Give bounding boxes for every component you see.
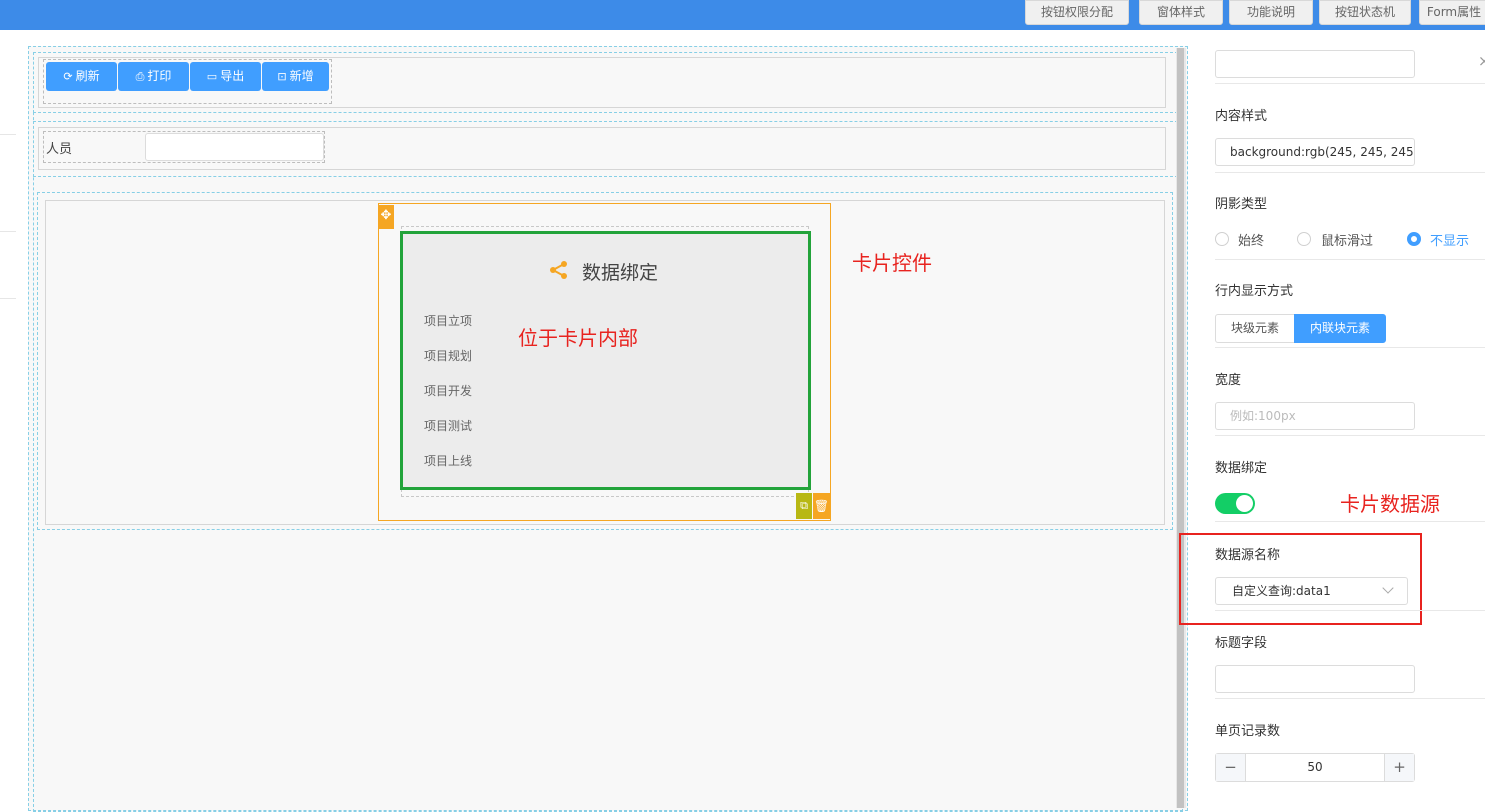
export-button[interactable]: ▭ 导出: [190, 62, 261, 91]
left-divider: [0, 134, 16, 135]
toggle-knob: [1236, 495, 1253, 512]
panel-divider: [1215, 83, 1485, 84]
person-label: 人员: [46, 142, 73, 157]
inline-display-label: 行内显示方式: [1215, 284, 1294, 299]
inline-block-element-option[interactable]: 内联块元素: [1294, 314, 1386, 343]
panel-divider: [1215, 610, 1485, 611]
button-state-machine-button[interactable]: 按钮状态机: [1319, 0, 1411, 25]
refresh-button[interactable]: ⟳ 刷新: [46, 62, 117, 91]
page-size-label: 单页记录数: [1215, 724, 1281, 739]
person-input[interactable]: [145, 133, 324, 161]
shadow-radio-hover[interactable]: [1297, 232, 1311, 246]
property-top-input[interactable]: [1215, 50, 1415, 78]
card-list-item: 项目测试: [424, 419, 473, 433]
add-button[interactable]: ⊡ 新增: [262, 62, 329, 91]
canvas-scrollbar-thumb[interactable]: [1177, 48, 1184, 808]
shadow-radio-none[interactable]: [1407, 232, 1421, 246]
shadow-option-none[interactable]: 不显示: [1430, 230, 1469, 249]
share-icon: [550, 261, 567, 279]
print-label: 打印: [147, 69, 172, 83]
increment-button[interactable]: +: [1384, 754, 1414, 781]
form-properties-button[interactable]: Form属性: [1419, 0, 1485, 25]
annotation-card-datasource: 卡片数据源: [1340, 492, 1440, 516]
export-icon: ▭: [206, 70, 218, 83]
print-button[interactable]: ⎙ 打印: [118, 62, 189, 91]
data-binding-label: 数据绑定: [1215, 461, 1268, 476]
shadow-option-always[interactable]: 始终: [1238, 230, 1264, 249]
card-list-item: 项目上线: [424, 454, 473, 468]
card-list-item: 项目立项: [424, 314, 473, 328]
width-label: 宽度: [1215, 373, 1242, 388]
card-list-item: 项目开发: [424, 384, 473, 398]
content-style-input[interactable]: background:rgb(245, 245, 245): [1215, 138, 1415, 166]
button-permission-button[interactable]: 按钮权限分配: [1025, 0, 1129, 25]
trash-icon[interactable]: 🗑: [813, 493, 830, 519]
page-size-value[interactable]: 50: [1246, 754, 1384, 781]
shadow-type-label: 阴影类型: [1215, 197, 1268, 212]
move-icon[interactable]: ✥: [378, 205, 394, 229]
datasource-select[interactable]: 自定义查询:data1: [1215, 577, 1408, 605]
width-input[interactable]: 例如:100px: [1215, 402, 1415, 430]
add-label: 新增: [289, 69, 314, 83]
block-element-option[interactable]: 块级元素: [1215, 314, 1295, 343]
add-icon: ⊡: [277, 70, 287, 83]
datasource-name-label: 数据源名称: [1215, 548, 1281, 563]
panel-divider: [1215, 435, 1485, 436]
card-list-item: 项目规划: [424, 349, 473, 363]
refresh-icon: ⟳: [63, 70, 73, 83]
panel-divider: [1215, 259, 1485, 260]
export-label: 导出: [220, 69, 245, 83]
panel-divider: [1215, 172, 1485, 173]
panel-divider: [1215, 698, 1485, 699]
title-field-input[interactable]: [1215, 665, 1415, 693]
close-icon[interactable]: ×: [1478, 52, 1485, 70]
title-field-label: 标题字段: [1215, 636, 1268, 651]
content-style-label: 内容样式: [1215, 109, 1268, 124]
refresh-label: 刷新: [75, 69, 100, 83]
left-divider: [0, 298, 16, 299]
left-divider: [0, 231, 16, 232]
function-doc-button[interactable]: 功能说明: [1229, 0, 1313, 25]
shadow-option-hover[interactable]: 鼠标滑过: [1321, 230, 1373, 249]
annotation-card-control: 卡片控件: [852, 251, 932, 275]
panel-divider: [1215, 347, 1485, 348]
print-icon: ⎙: [135, 70, 145, 83]
form-style-button[interactable]: 窗体样式: [1139, 0, 1223, 25]
decrement-button[interactable]: −: [1216, 754, 1246, 781]
panel-divider: [1215, 521, 1485, 522]
card-title: 数据绑定: [582, 262, 659, 284]
shadow-radio-always[interactable]: [1215, 232, 1229, 246]
annotation-inside-card: 位于卡片内部: [518, 326, 638, 350]
copy-icon[interactable]: ⧉: [796, 493, 812, 519]
